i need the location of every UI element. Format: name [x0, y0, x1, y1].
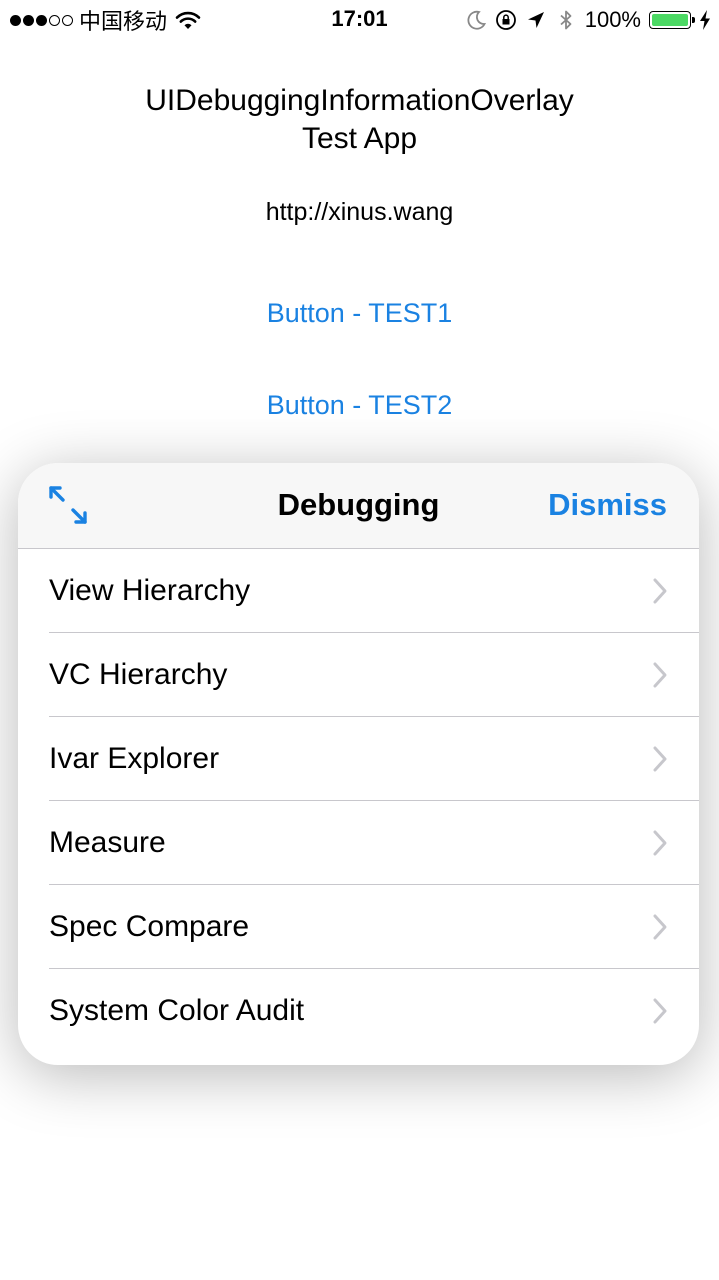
- test1-button[interactable]: Button - TEST1: [0, 298, 719, 329]
- chevron-right-icon: [653, 578, 667, 604]
- status-right: 100%: [465, 6, 711, 34]
- app-title: UIDebuggingInformationOverlay Test App: [0, 82, 719, 158]
- test2-button[interactable]: Button - TEST2: [0, 390, 719, 421]
- screen: 中国移动 17:01 100% UIDebuggingInformationOv…: [0, 0, 719, 1280]
- battery-fill: [652, 14, 688, 26]
- chevron-right-icon: [653, 914, 667, 940]
- battery-icon: [649, 11, 695, 29]
- menu-item-label: System Color Audit: [49, 994, 305, 1027]
- menu-item-measure[interactable]: Measure: [18, 801, 699, 885]
- menu-item-system-color-audit[interactable]: System Color Audit: [18, 969, 699, 1053]
- app-title-line2: Test App: [301, 122, 418, 155]
- chevron-right-icon: [653, 998, 667, 1024]
- debug-menu: View Hierarchy VC Hierarchy Ivar Explore…: [18, 549, 699, 1053]
- overlay-header: Debugging Dismiss: [18, 463, 699, 549]
- chevron-right-icon: [653, 830, 667, 856]
- menu-item-vc-hierarchy[interactable]: VC Hierarchy: [18, 633, 699, 717]
- app-title-line1: UIDebuggingInformationOverlay: [145, 84, 574, 117]
- menu-item-label: VC Hierarchy: [49, 658, 228, 691]
- menu-item-label: Spec Compare: [49, 910, 250, 943]
- menu-item-ivar-explorer[interactable]: Ivar Explorer: [18, 717, 699, 801]
- debugging-overlay: Debugging Dismiss View Hierarchy VC Hier…: [18, 463, 699, 1065]
- menu-item-view-hierarchy[interactable]: View Hierarchy: [18, 549, 699, 633]
- menu-item-spec-compare[interactable]: Spec Compare: [18, 885, 699, 969]
- chevron-right-icon: [653, 746, 667, 772]
- bluetooth-icon: [560, 10, 572, 30]
- dismiss-button[interactable]: Dismiss: [548, 487, 667, 523]
- status-bar: 中国移动 17:01 100%: [0, 0, 719, 40]
- menu-item-label: View Hierarchy: [49, 574, 251, 607]
- battery-percent: 100%: [584, 7, 641, 32]
- location-arrow-icon: [527, 12, 544, 28]
- chevron-right-icon: [653, 662, 667, 688]
- moon-icon: [467, 10, 486, 30]
- orientation-lock-icon: [495, 10, 516, 30]
- app-url: http://xinus.wang: [265, 198, 454, 226]
- menu-item-label: Measure: [49, 826, 166, 859]
- charging-bolt-icon: [700, 10, 710, 30]
- menu-item-label: Ivar Explorer: [49, 742, 220, 775]
